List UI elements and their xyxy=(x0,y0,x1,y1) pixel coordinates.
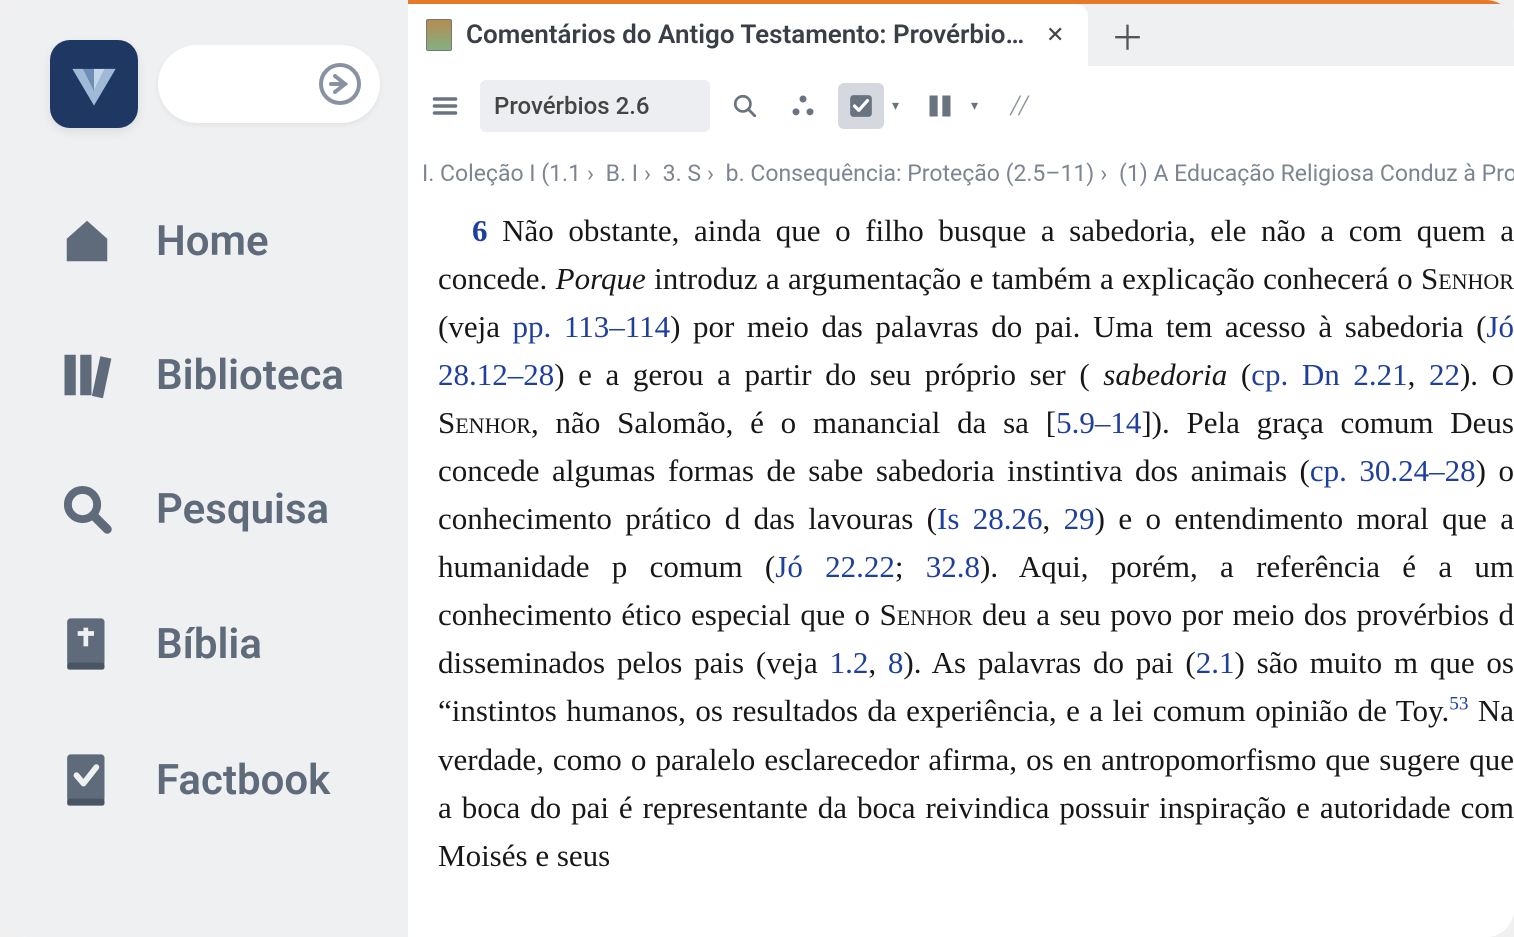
new-tab-button[interactable]: ＋ xyxy=(1088,11,1166,60)
bible-reference-link[interactable]: 8 xyxy=(888,645,904,680)
chevron-down-icon[interactable]: ▾ xyxy=(965,98,984,114)
bible-reference-link[interactable]: 29 xyxy=(1064,501,1095,536)
panel-menu-button[interactable] xyxy=(422,83,468,129)
bible-reference-link[interactable]: cp. 30.24–28 xyxy=(1310,453,1476,488)
sidebar-item-label: Bíblia xyxy=(156,620,262,669)
home-icon xyxy=(58,214,116,268)
columns-icon xyxy=(926,92,954,120)
sidebar-item-label: Factbook xyxy=(156,756,330,805)
reading-view-button[interactable] xyxy=(838,83,884,129)
sidebar-item-home[interactable]: Home xyxy=(0,174,408,308)
library-icon xyxy=(58,348,116,402)
tab-commentary[interactable]: Comentários do Antigo Testamento: Provér… xyxy=(408,4,1088,66)
sidebar-item-bible[interactable]: Bíblia xyxy=(0,576,408,712)
go-arrow-icon[interactable] xyxy=(314,58,366,110)
sidebar-header xyxy=(0,40,408,168)
main-panel: Comentários do Antigo Testamento: Provér… xyxy=(408,0,1514,937)
reference-input[interactable]: Provérbios 2.6 xyxy=(480,80,710,132)
inline-search-button[interactable] xyxy=(722,83,768,129)
chevron-right-icon: › xyxy=(581,160,600,187)
columns-button[interactable] xyxy=(917,83,963,129)
checkbox-icon xyxy=(848,93,874,119)
sidebar-item-search[interactable]: Pesquisa xyxy=(0,442,408,576)
sidebar: Home Biblioteca Pesquisa Bíblia xyxy=(0,0,408,937)
search-icon xyxy=(732,93,758,119)
bible-reference-link[interactable]: 22 xyxy=(1429,357,1460,392)
visual-filters-button[interactable] xyxy=(780,83,826,129)
bible-reference-link[interactable]: Is 28.26 xyxy=(937,501,1043,536)
footnote-link[interactable]: 53 xyxy=(1449,694,1468,715)
chevron-right-icon: › xyxy=(1094,160,1113,187)
sidebar-item-label: Biblioteca xyxy=(156,351,344,400)
close-icon[interactable]: ✕ xyxy=(1040,19,1070,52)
tab-title: Comentários do Antigo Testamento: Provér… xyxy=(466,20,1026,50)
factbook-icon xyxy=(58,752,116,808)
verse-number[interactable]: 6 xyxy=(472,213,488,248)
sidebar-item-label: Home xyxy=(156,217,269,266)
logos-logo-icon xyxy=(68,58,120,110)
bible-reference-link[interactable]: 1.2 xyxy=(830,645,869,680)
sidebar-nav: Home Biblioteca Pesquisa Bíblia xyxy=(0,168,408,854)
quick-search-bar[interactable] xyxy=(158,45,380,123)
breadcrumb-part[interactable]: 3. S xyxy=(663,160,701,187)
breadcrumb-part[interactable]: b. Consequência: Proteção (2.5–11) xyxy=(726,160,1095,187)
reader-content[interactable]: 6 Não obstante, ainda que o filho busque… xyxy=(408,201,1514,937)
sidebar-item-factbook[interactable]: Factbook xyxy=(0,712,408,848)
parallel-resources-button[interactable]: // xyxy=(996,83,1042,129)
book-cover-icon xyxy=(426,19,452,51)
sidebar-item-label: Pesquisa xyxy=(156,485,329,534)
dots-triangle-icon xyxy=(789,92,817,120)
resource-toolbar: Provérbios 2.6 ▾ ▾ // xyxy=(408,66,1514,146)
bible-reference-link[interactable]: Jó 22.22 xyxy=(775,549,895,584)
chevron-right-icon: › xyxy=(638,160,657,187)
bible-reference-link[interactable]: 32.8 xyxy=(926,549,980,584)
hamburger-icon xyxy=(431,92,459,120)
breadcrumb[interactable]: I. Coleção I (1.1› B. I› 3. S› b. Conseq… xyxy=(408,146,1514,201)
bible-icon xyxy=(58,616,116,672)
bible-reference-link[interactable]: 5.9–14 xyxy=(1056,405,1141,440)
bible-reference-link[interactable]: cp. Dn 2.21 xyxy=(1251,357,1407,392)
breadcrumb-part[interactable]: (1) A Educação Religiosa Conduz à Proteç… xyxy=(1119,160,1514,187)
page-reference-link[interactable]: pp. 113–114 xyxy=(513,309,671,344)
search-icon xyxy=(58,482,116,536)
chevron-right-icon: › xyxy=(701,160,720,187)
sidebar-item-library[interactable]: Biblioteca xyxy=(0,308,408,442)
reference-text: Provérbios 2.6 xyxy=(494,92,650,120)
commentary-paragraph: 6 Não obstante, ainda que o filho busque… xyxy=(438,207,1514,880)
app-logo[interactable] xyxy=(50,40,138,128)
bible-reference-link[interactable]: 2.1 xyxy=(1196,645,1235,680)
breadcrumb-part[interactable]: B. I xyxy=(606,160,638,187)
tabstrip: Comentários do Antigo Testamento: Provér… xyxy=(408,4,1514,66)
chevron-down-icon[interactable]: ▾ xyxy=(886,98,905,114)
breadcrumb-part[interactable]: I. Coleção I (1.1 xyxy=(422,160,581,187)
